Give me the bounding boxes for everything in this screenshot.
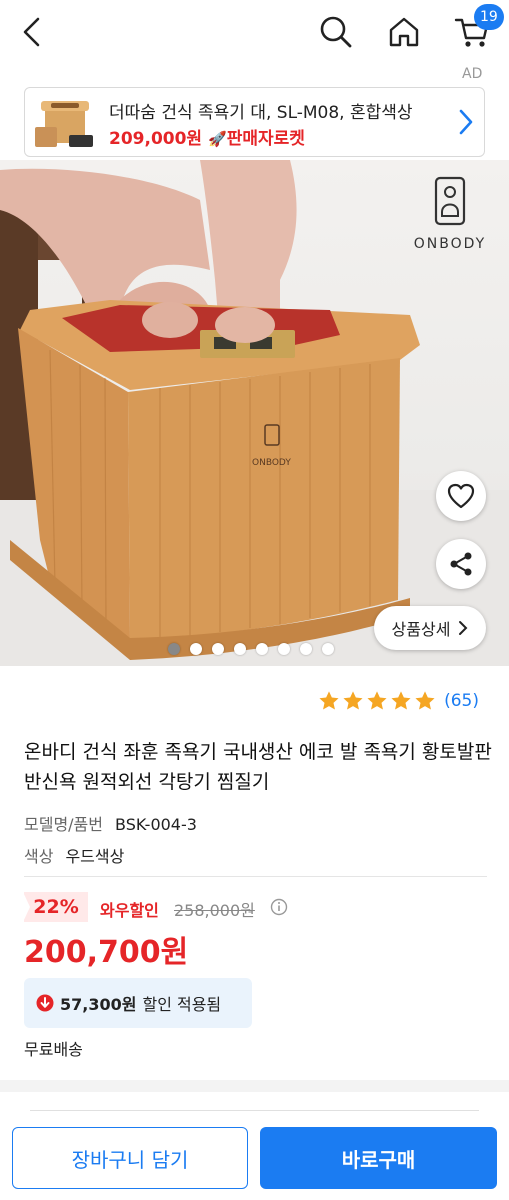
discount-amount: 57,300원 xyxy=(60,995,137,1014)
discount-applied-text: 할인 적용됨 xyxy=(142,995,222,1014)
product-image[interactable]: ONBODY ONBODY 상품상세 xyxy=(0,160,509,666)
chevron-left-icon xyxy=(23,17,40,47)
add-to-cart-button[interactable]: 장바구니 담기 xyxy=(12,1127,248,1189)
home-button[interactable] xyxy=(382,10,426,54)
svg-text:ONBODY: ONBODY xyxy=(252,458,291,468)
star-rating xyxy=(318,690,436,712)
product-detail-label: 상품상세 xyxy=(391,620,451,639)
carousel-dot[interactable] xyxy=(190,643,202,655)
cart-count-badge: 19 xyxy=(474,4,504,30)
heart-icon xyxy=(447,483,475,509)
star-icon xyxy=(367,691,387,710)
original-price: 258,000원 xyxy=(174,901,255,920)
star-icon xyxy=(319,691,339,710)
carousel-dot[interactable] xyxy=(256,643,268,655)
star-icon xyxy=(415,691,435,710)
back-button[interactable] xyxy=(10,10,54,54)
carousel-dot[interactable] xyxy=(234,643,246,655)
wow-discount-label: 와우할인 xyxy=(100,901,159,920)
info-icon xyxy=(270,898,288,916)
discount-badge: 22% xyxy=(23,892,88,922)
divider xyxy=(30,1110,479,1111)
top-header: 19 AD xyxy=(0,0,509,82)
bottom-action-bar: 장바구니 담기 바로구매 xyxy=(0,1118,509,1200)
shipping-info: 무료배송 xyxy=(24,1040,83,1059)
ad-product-thumbnail xyxy=(33,91,95,153)
model-row: 모델명/품번 BSK-004-3 xyxy=(24,811,197,835)
model-label: 모델명/품번 xyxy=(24,815,103,834)
price-info-button[interactable] xyxy=(270,898,288,920)
share-icon xyxy=(450,552,472,576)
rocket-icon: 🚀 xyxy=(208,130,227,148)
ad-title: 더따숨 건식 족욕기 대, SL-M08, 혼합색상 xyxy=(109,103,413,123)
ad-label: AD xyxy=(462,66,483,82)
search-icon xyxy=(320,16,352,48)
product-detail-button[interactable]: 상품상세 xyxy=(374,606,486,650)
rating[interactable]: (65) xyxy=(318,690,479,712)
onbody-logo-icon xyxy=(434,176,466,226)
star-icon xyxy=(343,691,363,710)
product-title: 온바디 건식 좌훈 족욕기 국내생산 에코 발 족욕기 황토발판 반신욕 원적외… xyxy=(24,741,492,793)
ad-price: 209,000원 xyxy=(109,129,203,149)
search-button[interactable] xyxy=(314,10,358,54)
carousel-dot[interactable] xyxy=(300,643,312,655)
section-divider xyxy=(0,1080,509,1092)
color-label: 색상 xyxy=(24,847,54,866)
model-value: BSK-004-3 xyxy=(115,815,197,834)
carousel-indicator[interactable] xyxy=(168,643,334,655)
ad-chevron-right[interactable] xyxy=(458,108,474,140)
buy-now-button[interactable]: 바로구매 xyxy=(260,1127,497,1189)
brand-name: ONBODY xyxy=(413,236,487,252)
ad-price-line: 209,000원 🚀판매자로켓 xyxy=(109,124,305,149)
review-count[interactable]: (65) xyxy=(444,691,479,711)
carousel-dot[interactable] xyxy=(168,643,180,655)
color-value: 우드색상 xyxy=(65,847,125,866)
carousel-dot[interactable] xyxy=(322,643,334,655)
star-icon xyxy=(391,691,411,710)
home-icon xyxy=(389,17,419,47)
carousel-dot[interactable] xyxy=(212,643,224,655)
final-price: 200,700원 xyxy=(24,935,189,970)
share-button[interactable] xyxy=(436,539,486,589)
chevron-right-icon xyxy=(459,109,473,135)
down-arrow-icon xyxy=(36,994,54,1012)
carousel-dot[interactable] xyxy=(278,643,290,655)
like-button[interactable] xyxy=(436,471,486,521)
ad-rocket-label: 판매자로켓 xyxy=(226,129,305,149)
brand-logo: ONBODY xyxy=(408,176,492,252)
ad-banner[interactable]: 더따숨 건식 족욕기 대, SL-M08, 혼합색상 209,000원 🚀판매자… xyxy=(24,87,485,157)
color-row: 색상 우드색상 xyxy=(24,843,124,867)
chevron-right-icon xyxy=(459,621,468,635)
discount-applied-box: 57,300원 할인 적용됨 xyxy=(24,978,252,1028)
divider xyxy=(24,876,487,877)
